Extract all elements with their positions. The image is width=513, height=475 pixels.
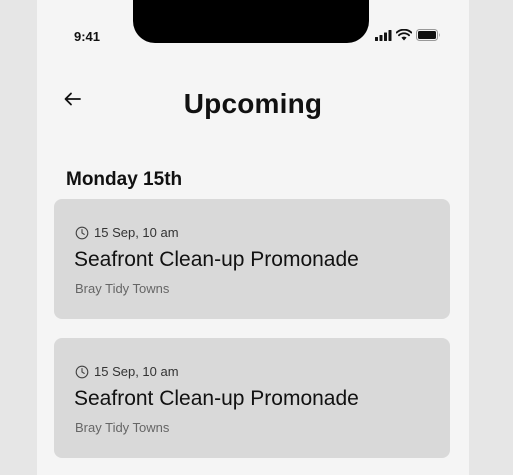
event-time: 15 Sep, 10 am	[94, 225, 179, 240]
event-title: Seafront Clean-up Promonade	[74, 387, 359, 410]
event-card[interactable]: 15 Sep, 10 am Seafront Clean-up Promonad…	[54, 199, 450, 319]
event-time-row: 15 Sep, 10 am	[75, 364, 179, 379]
phone-screen: 9:41 Upcoming Monday 15th 15 Sep, 10 am …	[37, 0, 469, 475]
event-time-row: 15 Sep, 10 am	[75, 225, 179, 240]
event-organizer: Bray Tidy Towns	[75, 420, 170, 435]
page-title: Upcoming	[183, 88, 323, 119]
cellular-signal-icon	[375, 29, 392, 41]
event-time: 15 Sep, 10 am	[94, 364, 179, 379]
day-heading: Monday 15th	[66, 169, 183, 190]
clock-icon	[75, 365, 89, 378]
device-notch	[133, 0, 369, 43]
battery-icon	[416, 29, 440, 41]
status-time: 9:41	[74, 29, 101, 44]
status-icons	[375, 28, 441, 42]
event-organizer: Bray Tidy Towns	[75, 281, 170, 296]
wifi-icon	[396, 29, 412, 41]
event-card[interactable]: 15 Sep, 10 am Seafront Clean-up Promonad…	[54, 338, 450, 458]
event-title: Seafront Clean-up Promonade	[74, 248, 359, 271]
clock-icon	[75, 226, 89, 239]
